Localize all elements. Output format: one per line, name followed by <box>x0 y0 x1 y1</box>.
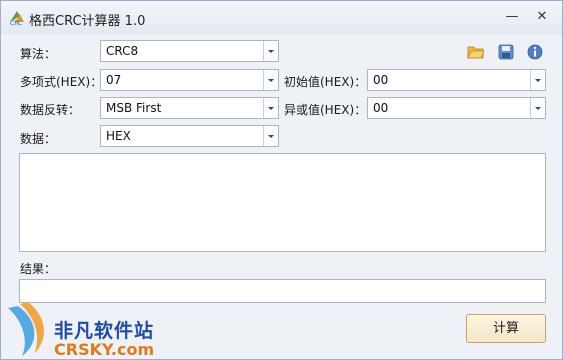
result-label: 结果： <box>20 262 57 276</box>
polynomial-label: 多项式(HEX)： <box>20 75 103 89</box>
chevron-down-icon[interactable] <box>263 98 278 118</box>
window-title: 格西CRC计算器 1.0 <box>29 14 146 29</box>
init-label: 初始值(HEX)： <box>284 75 367 89</box>
init-value: 00 <box>373 73 389 87</box>
xor-label: 异或值(HEX)： <box>284 103 367 117</box>
watermark-line2: CRSKY.com <box>54 340 155 359</box>
chevron-down-icon[interactable] <box>263 126 278 146</box>
init-select[interactable]: 00 <box>367 69 546 91</box>
chevron-down-icon[interactable] <box>530 70 545 90</box>
chevron-down-icon[interactable] <box>530 98 545 118</box>
minimize-button[interactable]: — <box>504 10 520 24</box>
data-format-value: HEX <box>106 129 131 143</box>
xor-select[interactable]: 00 <box>367 97 546 119</box>
data-input[interactable] <box>19 153 546 252</box>
title-bar: CRC 格西CRC计算器 1.0 — ✕ <box>1 1 562 34</box>
open-folder-icon[interactable] <box>467 43 485 61</box>
close-button[interactable]: ✕ <box>534 10 550 24</box>
app-icon: CRC <box>10 11 24 26</box>
algorithm-value: CRC8 <box>106 44 139 58</box>
polynomial-value: 07 <box>106 73 122 87</box>
chevron-down-icon[interactable] <box>263 41 278 61</box>
save-icon[interactable] <box>497 43 515 61</box>
reflect-value: MSB First <box>106 101 162 115</box>
algorithm-select[interactable]: CRC8 <box>100 40 279 62</box>
info-icon[interactable] <box>526 43 544 61</box>
algorithm-label: 算法： <box>20 47 57 61</box>
svg-text:CRC: CRC <box>10 20 22 26</box>
chevron-down-icon[interactable] <box>263 70 278 90</box>
polynomial-select[interactable]: 07 <box>100 69 279 91</box>
reflect-label: 数据反转： <box>20 103 81 117</box>
data-format-select[interactable]: HEX <box>100 125 279 147</box>
data-label: 数据： <box>20 132 57 146</box>
watermark-line1: 非凡软件站 <box>54 320 155 342</box>
xor-value: 00 <box>373 101 389 115</box>
reflect-select[interactable]: MSB First <box>100 97 279 119</box>
calculate-button[interactable]: 计算 <box>466 314 546 343</box>
